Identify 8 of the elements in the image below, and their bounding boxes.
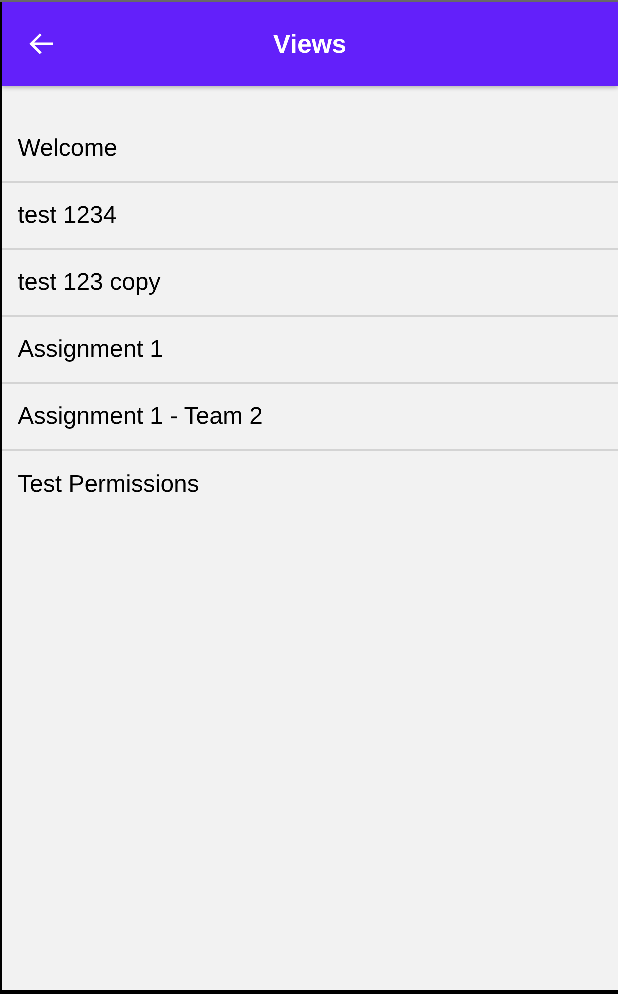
list-item[interactable]: test 1234	[2, 183, 618, 250]
list-item[interactable]: Assignment 1 - Team 2	[2, 384, 618, 451]
list-item[interactable]: Welcome	[2, 116, 618, 183]
screen-title: Views	[273, 31, 347, 57]
list-item[interactable]: Assignment 1	[2, 317, 618, 384]
list-item[interactable]: test 123 copy	[2, 250, 618, 317]
back-arrow-icon	[29, 33, 53, 55]
list-item[interactable]: Test Permissions	[2, 451, 618, 518]
